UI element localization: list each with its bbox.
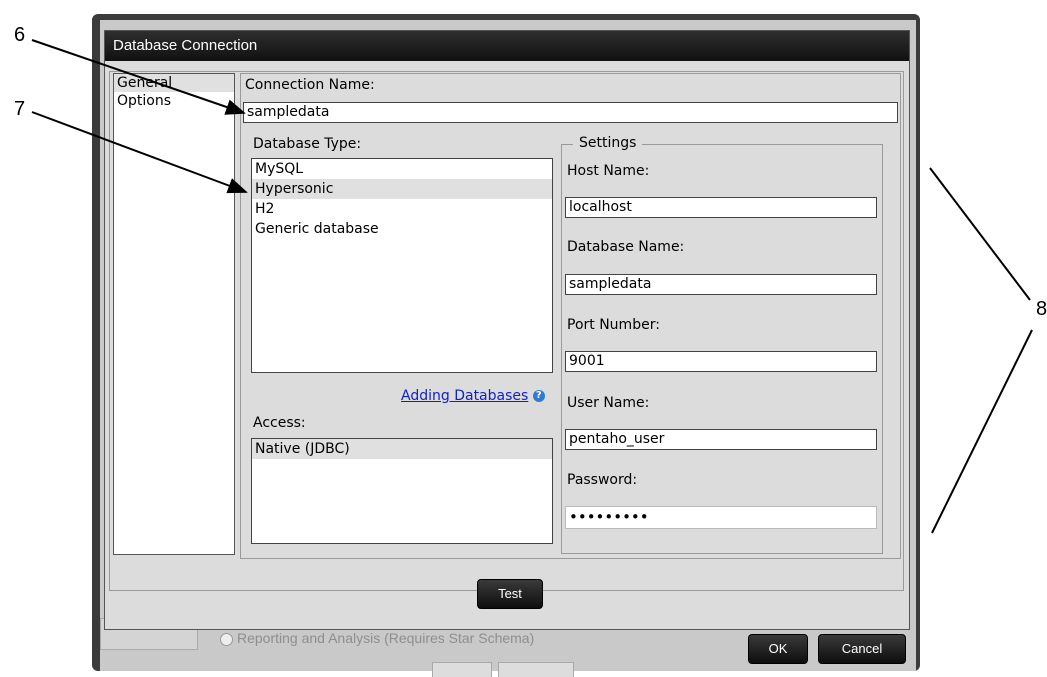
settings-legend: Settings [573,135,643,151]
database-type-label: Database Type: [253,136,362,152]
user-name-label: User Name: [567,395,650,411]
password-label: Password: [567,472,638,488]
nav-list: General Options [113,73,235,555]
host-name-input[interactable]: localhost [565,197,877,218]
help-icon[interactable]: ? [532,390,545,402]
database-type-list[interactable]: MySQL Hypersonic H2 Generic database [251,158,553,373]
nav-item-general[interactable]: General [114,74,234,92]
nav-item-options[interactable]: Options [114,92,234,110]
access-label: Access: [253,415,306,431]
list-item[interactable]: MySQL [252,159,552,179]
password-input[interactable]: ••••••••• [565,506,877,529]
port-number-input[interactable]: 9001 [565,351,877,372]
dialog-title: Database Connection [105,31,909,61]
database-connection-dialog: Database Connection General Options Conn… [104,30,910,630]
general-panel: Connection Name: sampledata Database Typ… [240,73,901,559]
connection-name-label: Connection Name: [245,77,375,93]
radio-icon [220,632,233,646]
ok-button[interactable]: OK [748,634,808,664]
callout-number-7: 7 [14,98,26,120]
user-name-input[interactable]: pentaho_user [565,429,877,450]
callout-bracket-8-bottom [931,329,1033,534]
background-radio-label: Reporting and Analysis (Requires Star Sc… [237,630,535,646]
host-name-label: Host Name: [567,163,650,179]
connection-name-input[interactable]: sampledata [243,102,898,123]
cancel-button[interactable]: Cancel [818,634,906,664]
database-name-input[interactable]: sampledata [565,274,877,295]
list-item[interactable]: Native (JDBC) [252,439,552,459]
background-radio: Reporting and Analysis (Requires Star Sc… [220,630,534,646]
background-button [432,662,492,677]
access-list[interactable]: Native (JDBC) [251,438,553,544]
callout-bracket-8-top [929,167,1031,301]
adding-databases-link[interactable]: Adding Databases [401,388,528,404]
list-item[interactable]: Generic database [252,219,552,239]
callout-number-6: 6 [14,24,26,46]
list-item[interactable]: Hypersonic [252,179,552,199]
adding-databases-row: Adding Databases ? [401,388,545,404]
list-item[interactable]: H2 [252,199,552,219]
port-number-label: Port Number: [567,317,660,333]
database-name-label: Database Name: [567,239,685,255]
background-button [498,662,574,677]
callout-number-8: 8 [1036,298,1047,320]
test-button[interactable]: Test [477,579,543,609]
